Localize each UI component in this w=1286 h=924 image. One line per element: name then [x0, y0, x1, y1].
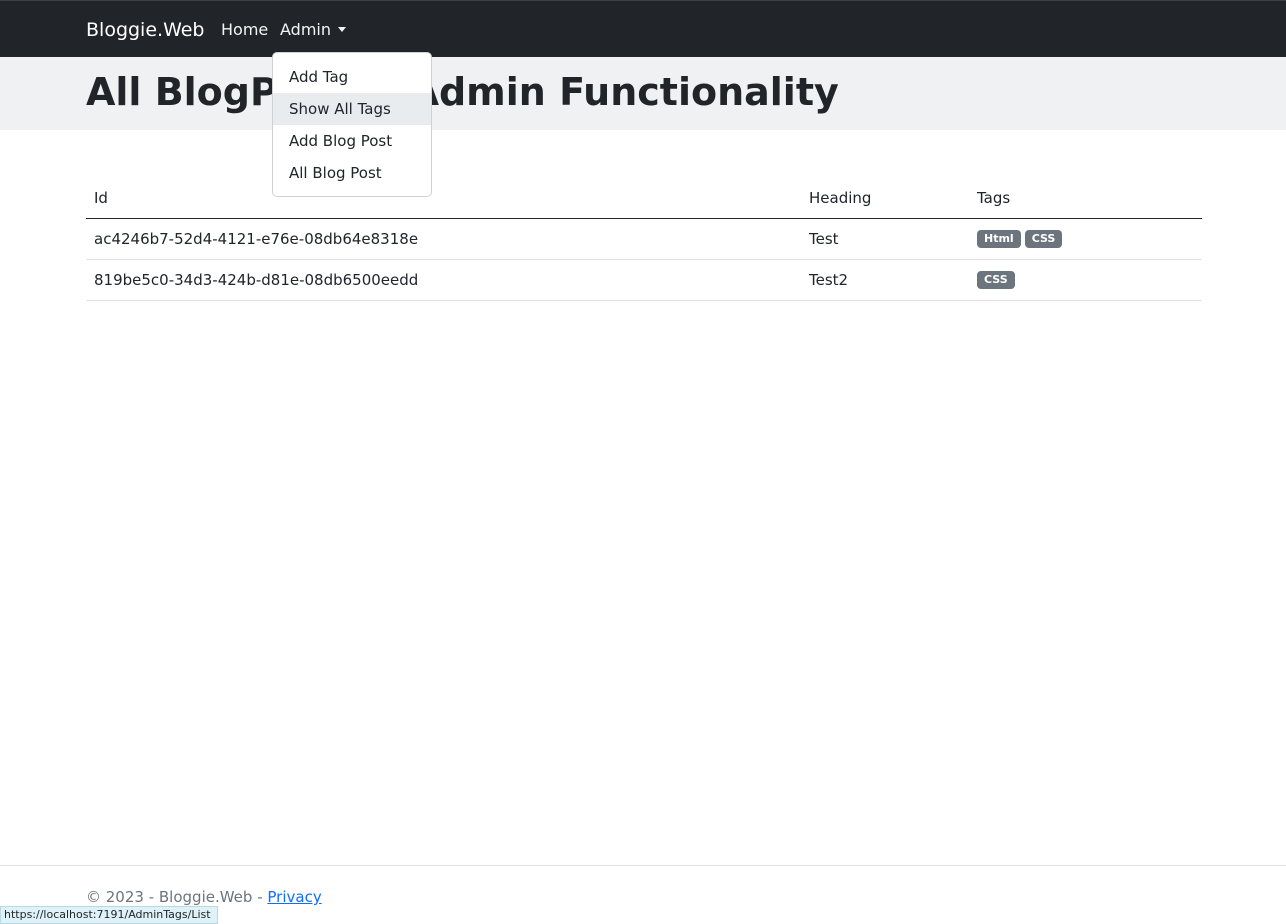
cell-id: ac4246b7-52d4-4121-e76e-08db64e8318e — [86, 218, 801, 260]
cell-heading: Test2 — [801, 259, 969, 301]
table-head: Id Heading Tags — [86, 178, 1202, 219]
column-header-tags: Tags — [969, 178, 1202, 219]
nav-home-link[interactable]: Home — [221, 20, 268, 40]
menu-item-add-tag[interactable]: Add Tag — [273, 61, 431, 93]
column-header-id: Id — [86, 178, 801, 219]
cell-id: 819be5c0-34d3-424b-d81e-08db6500eedd — [86, 259, 801, 301]
table-row: ac4246b7-52d4-4121-e76e-08db64e8318e Tes… — [86, 218, 1202, 260]
nav-admin-label: Admin — [280, 20, 331, 39]
cell-tags: Html CSS — [969, 218, 1202, 260]
tag-badge: Html — [977, 229, 1021, 248]
cell-heading: Test — [801, 218, 969, 260]
column-header-heading: Heading — [801, 178, 969, 219]
tag-badge: CSS — [1024, 229, 1063, 248]
table-row: 819be5c0-34d3-424b-d81e-08db6500eedd Tes… — [86, 259, 1202, 301]
privacy-link[interactable]: Privacy — [267, 888, 321, 906]
menu-item-add-blog-post[interactable]: Add Blog Post — [273, 125, 431, 157]
admin-dropdown-menu: Add Tag Show All Tags Add Blog Post All … — [272, 52, 432, 197]
copyright-text: © 2023 - Bloggie.Web - — [86, 888, 268, 906]
status-bar-url: https://localhost:7191/AdminTags/List — [0, 906, 218, 924]
cell-tags: CSS — [969, 259, 1202, 301]
footer-text: © 2023 - Bloggie.Web - Privacy — [86, 888, 322, 906]
nav-admin-dropdown-toggle[interactable]: Admin — [280, 20, 346, 40]
table-body: ac4246b7-52d4-4121-e76e-08db64e8318e Tes… — [86, 218, 1202, 301]
page-header-band: All BlogPosts - Admin Functionality — [0, 57, 1286, 130]
table-header-row: Id Heading Tags — [86, 178, 1202, 219]
brand-link[interactable]: Bloggie.Web — [86, 18, 205, 42]
menu-item-show-all-tags[interactable]: Show All Tags — [273, 93, 431, 125]
caret-down-icon — [338, 27, 346, 32]
menu-item-all-blog-post[interactable]: All Blog Post — [273, 157, 431, 189]
navbar: Bloggie.Web Home Admin — [0, 0, 1286, 57]
blogposts-table: Id Heading Tags ac4246b7-52d4-4121-e76e-… — [86, 178, 1202, 301]
page-title: All BlogPosts - Admin Functionality — [86, 70, 839, 114]
tag-badge: CSS — [977, 270, 1015, 289]
